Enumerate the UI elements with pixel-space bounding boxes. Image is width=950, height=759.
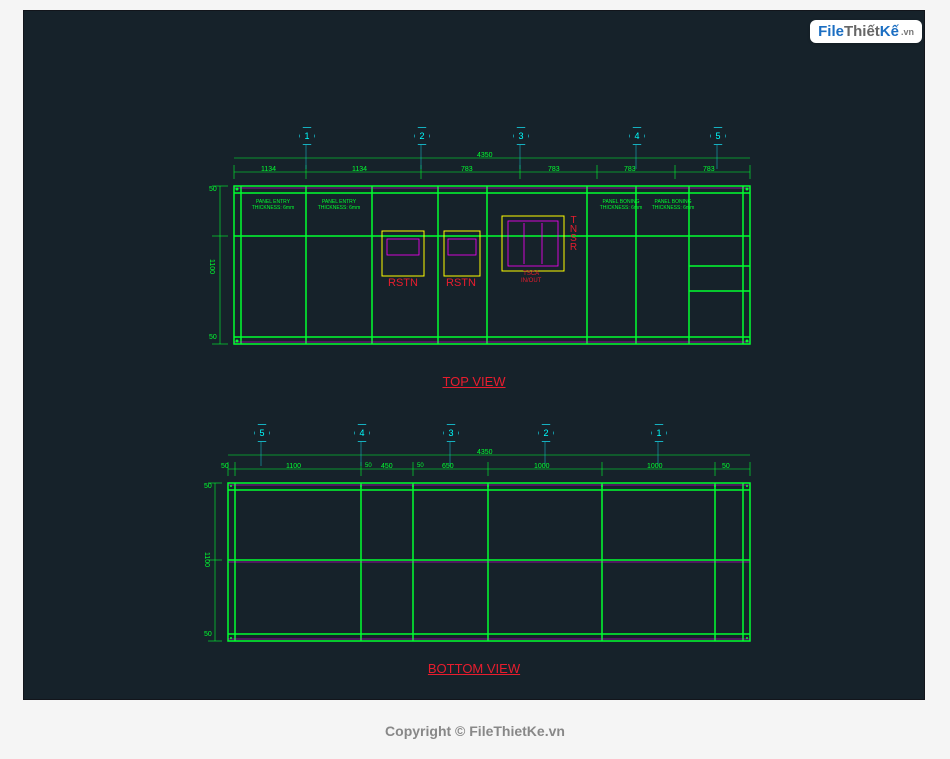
cad-canvas: 1 2 3 4 5 5 4 3 2 1 1134 1134 783 783 78… bbox=[23, 10, 925, 700]
dim-text: 50 bbox=[204, 483, 212, 490]
dim-text: 1134 bbox=[261, 166, 276, 173]
dim-text: 4350 bbox=[477, 449, 493, 456]
panel-label: PANEL BONINGTHICKNESS: 6mm bbox=[648, 199, 698, 211]
dim-text: 4350 bbox=[477, 152, 493, 159]
dim-text: 1134 bbox=[352, 166, 367, 173]
dim-text: 50 bbox=[722, 463, 730, 470]
watermark-logo: File Thiết Kế .vn bbox=[810, 20, 922, 43]
dim-text: 50 bbox=[365, 463, 372, 469]
dim-text: 783 bbox=[703, 166, 715, 173]
dim-text: 1000 bbox=[647, 463, 663, 470]
rstn-label: RSTN bbox=[446, 277, 476, 289]
dim-text: 783 bbox=[548, 166, 560, 173]
rstn-label: RSTN bbox=[388, 277, 418, 289]
panel-label: PANEL ENTRYTHICKNESS: 6mm bbox=[248, 199, 298, 211]
dim-text: 1100 bbox=[286, 463, 301, 470]
panel-label: PANEL ENTRYTHICKNESS: 6mm bbox=[314, 199, 364, 211]
tnsr-label: TNSR bbox=[568, 215, 579, 251]
tsca-label: TSCAIN/OUT bbox=[521, 271, 541, 285]
dim-text: 1000 bbox=[534, 463, 550, 470]
dim-text: 650 bbox=[442, 463, 454, 470]
bottom-view-title: BOTTOM VIEW bbox=[428, 661, 520, 676]
dim-text: 50 bbox=[221, 463, 229, 470]
panel-label: PANEL BONINGTHICKNESS: 6mm bbox=[596, 199, 646, 211]
dim-text: 1100 bbox=[203, 552, 210, 567]
dim-text: 450 bbox=[381, 463, 393, 470]
dim-text: 1100 bbox=[208, 259, 215, 274]
cad-drawing bbox=[24, 11, 924, 699]
dim-text: 50 bbox=[204, 631, 212, 638]
dim-text: 783 bbox=[624, 166, 636, 173]
copyright-text: Copyright © FileThietKe.vn bbox=[385, 723, 565, 739]
dim-text: 50 bbox=[417, 463, 424, 469]
top-view-title: TOP VIEW bbox=[442, 374, 505, 389]
dim-text: 783 bbox=[461, 166, 473, 173]
dim-text: 50 bbox=[209, 186, 217, 193]
dim-text: 50 bbox=[209, 334, 217, 341]
